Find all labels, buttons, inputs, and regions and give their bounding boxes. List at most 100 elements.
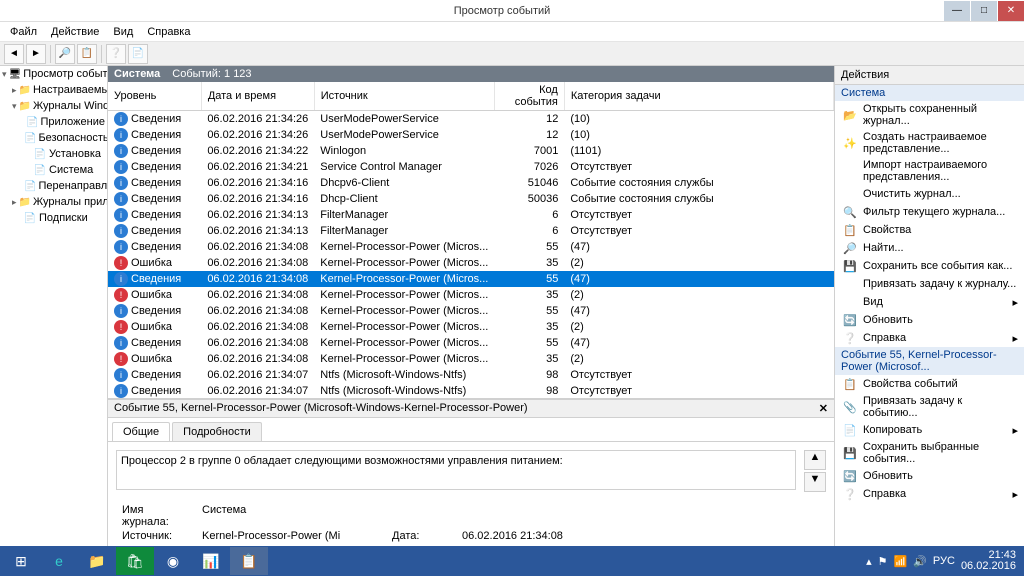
action-item[interactable]: 📋Свойства [835,221,1024,239]
toolbar-icon[interactable]: 🔎 [55,44,75,64]
event-row[interactable]: iСведения06.02.2016 21:34:26UserModePowe… [108,127,834,143]
event-row[interactable]: iСведения06.02.2016 21:34:07Ntfs (Micros… [108,383,834,398]
prev-event-button[interactable]: ▲ [804,450,826,470]
action-item[interactable]: 📋Свойства событий [835,375,1024,393]
event-row[interactable]: !Ошибка06.02.2016 21:34:08Kernel-Process… [108,287,834,303]
action-item[interactable]: ❔Справка▸ [835,329,1024,347]
tree-item[interactable]: ▸📁Журналы приложений и сл [0,194,107,210]
action-item[interactable]: 🔎Найти... [835,239,1024,257]
task-app-icon[interactable]: 📊 [192,547,230,575]
system-tray[interactable]: ▴ ⚑ 📶 🔊 РУС 21:4306.02.2016 [860,550,1022,572]
tab-details[interactable]: Подробности [172,422,262,441]
close-button[interactable]: ✕ [998,1,1024,21]
menu-action[interactable]: Действие [45,24,105,40]
tree-item[interactable]: 📄Перенаправленные соб [0,178,107,194]
action-item[interactable]: 💾Сохранить выбранные события... [835,439,1024,467]
col-eventid[interactable]: Код события [494,82,564,111]
tray-date: 06.02.2016 [961,561,1016,572]
task-chrome-icon[interactable]: ◉ [154,547,192,575]
folder-icon: 📄 [33,163,47,177]
action-item[interactable]: Импорт настраиваемого представления... [835,157,1024,185]
tree-item[interactable]: 📄Установка [0,146,107,162]
tree-item[interactable]: ▾📁Журналы Windows [0,98,107,114]
event-row[interactable]: iСведения06.02.2016 21:34:13FilterManage… [108,207,834,223]
level-icon: i [114,272,128,286]
tray-flag-icon[interactable]: ⚑ [878,555,888,568]
event-row[interactable]: iСведения06.02.2016 21:34:21Service Cont… [108,159,834,175]
event-row[interactable]: iСведения06.02.2016 21:34:08Kernel-Proce… [108,303,834,319]
action-item[interactable]: Очистить журнал... [835,185,1024,203]
event-row[interactable]: iСведения06.02.2016 21:34:13FilterManage… [108,223,834,239]
event-row[interactable]: iСведения06.02.2016 21:34:22Winlogon7001… [108,143,834,159]
detail-title: Событие 55, Kernel-Processor-Power (Micr… [114,402,528,415]
actions-section-event: Событие 55, Kernel-Processor-Power (Micr… [835,347,1024,375]
source-label: Источник: [122,530,192,542]
log-value: Система [202,504,382,528]
next-event-button[interactable]: ▼ [804,472,826,492]
action-item[interactable]: 📂Открыть сохраненный журнал... [835,101,1024,129]
action-item[interactable]: Вид▸ [835,293,1024,311]
tray-network-icon[interactable]: 📶 [894,555,908,568]
toolbar-icon[interactable]: 📄 [128,44,148,64]
event-row[interactable]: iСведения06.02.2016 21:34:08Kernel-Proce… [108,239,834,255]
event-row[interactable]: iСведения06.02.2016 21:34:07Ntfs (Micros… [108,367,834,383]
action-item[interactable]: 📄Копировать▸ [835,421,1024,439]
tray-lang[interactable]: РУС [933,555,955,567]
event-row[interactable]: !Ошибка06.02.2016 21:34:08Kernel-Process… [108,255,834,271]
level-icon: i [114,128,128,142]
action-item[interactable]: Привязать задачу к журналу... [835,275,1024,293]
tray-volume-icon[interactable]: 🔊 [913,555,927,568]
action-item[interactable]: 🔄Обновить [835,311,1024,329]
titlebar: Просмотр событий — □ ✕ [0,0,1024,22]
tree-root[interactable]: ▾🖥Просмотр событий (Локальн [0,66,107,82]
action-item[interactable]: 📎Привязать задачу к событию... [835,393,1024,421]
event-row[interactable]: iСведения06.02.2016 21:34:08Kernel-Proce… [108,335,834,351]
action-item[interactable]: 🔄Обновить [835,467,1024,485]
action-item[interactable]: 💾Сохранить все события как... [835,257,1024,275]
menu-file[interactable]: Файл [4,24,43,40]
toolbar-icon[interactable]: 📋 [77,44,97,64]
menu-view[interactable]: Вид [107,24,139,40]
log-label: Имя журнала: [122,504,192,528]
tray-up-icon[interactable]: ▴ [866,555,872,568]
task-eventviewer-icon[interactable]: 📋 [230,547,268,575]
tree-item[interactable]: 📄Подписки [0,210,107,226]
tree-item[interactable]: ▸📁Настраиваемые представл [0,82,107,98]
log-name: Система [114,68,160,80]
start-button[interactable]: ⊞ [2,547,40,575]
event-row[interactable]: !Ошибка06.02.2016 21:34:08Kernel-Process… [108,319,834,335]
actions-section-system: Система [835,85,1024,101]
menu-help[interactable]: Справка [141,24,196,40]
event-row[interactable]: !Ошибка06.02.2016 21:34:08Kernel-Process… [108,351,834,367]
minimize-button[interactable]: — [944,1,970,21]
event-table[interactable]: Уровень Дата и время Источник Код событи… [108,82,834,398]
event-row[interactable]: iСведения06.02.2016 21:34:26UserModePowe… [108,111,834,128]
back-button[interactable]: ◄ [4,44,24,64]
col-category[interactable]: Категория задачи [564,82,833,111]
log-header: Система Событий: 1 123 [108,66,834,82]
task-ie-icon[interactable]: e [40,547,78,575]
task-explorer-icon[interactable]: 📁 [78,547,116,575]
tree-item[interactable]: 📄Система [0,162,107,178]
event-row[interactable]: iСведения06.02.2016 21:34:16Dhcp-Client5… [108,191,834,207]
action-item[interactable]: ❔Справка▸ [835,485,1024,503]
event-row[interactable]: iСведения06.02.2016 21:34:08Kernel-Proce… [108,271,834,287]
eventviewer-icon: 🖥 [9,67,22,81]
tree-item[interactable]: 📄Безопасность [0,130,107,146]
col-source[interactable]: Источник [314,82,494,111]
col-datetime[interactable]: Дата и время [201,82,314,111]
tab-general[interactable]: Общие [112,422,170,441]
col-level[interactable]: Уровень [108,82,201,111]
action-item[interactable]: ✨Создать настраиваемое представление... [835,129,1024,157]
action-icon: ❔ [843,331,857,345]
forward-button[interactable]: ► [26,44,46,64]
action-icon: ❔ [843,487,857,501]
maximize-button[interactable]: □ [971,1,997,21]
close-detail-icon[interactable]: ✕ [819,402,828,415]
task-store-icon[interactable]: 🛍 [116,547,154,575]
action-item[interactable]: 🔍Фильтр текущего журнала... [835,203,1024,221]
event-row[interactable]: iСведения06.02.2016 21:34:16Dhcpv6-Clien… [108,175,834,191]
level-icon: ! [114,352,128,366]
tree-item[interactable]: 📄Приложение [0,114,107,130]
toolbar-icon[interactable]: ❔ [106,44,126,64]
